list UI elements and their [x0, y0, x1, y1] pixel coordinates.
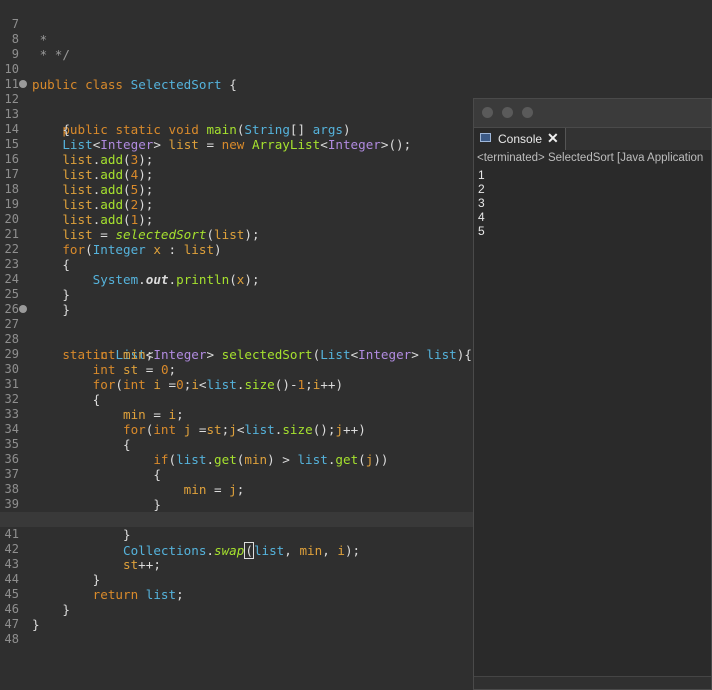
code-line[interactable]: 12 public static void main(String[] args… — [0, 77, 712, 137]
line-number: 48 — [4, 632, 19, 646]
fold-marker-icon[interactable] — [19, 80, 27, 88]
console-status: <terminated> SelectedSort [Java Applicat… — [477, 152, 704, 164]
console-window[interactable]: Console ✕ <terminated> SelectedSort [Jav… — [473, 98, 712, 690]
console-output-line: 2 — [478, 182, 485, 196]
console-output-line: 1 — [478, 168, 485, 182]
code-line[interactable]: 7 * — [0, 2, 712, 47]
code-line[interactable]: 8 * */ — [0, 17, 712, 62]
console-output-line: 5 — [478, 224, 485, 238]
minimize-window-icon[interactable] — [502, 107, 513, 118]
close-window-icon[interactable] — [482, 107, 493, 118]
console-output-line: 4 — [478, 210, 485, 224]
console-icon — [480, 133, 491, 142]
fold-marker-icon[interactable] — [19, 305, 27, 313]
console-output[interactable]: 1 2 3 4 5 — [478, 168, 485, 238]
horizontal-scrollbar[interactable] — [474, 676, 711, 689]
console-tabbar: Console ✕ — [474, 128, 711, 150]
code-line[interactable]: 11 — [0, 62, 712, 91]
console-titlebar[interactable] — [474, 99, 711, 128]
zoom-window-icon[interactable] — [522, 107, 533, 118]
console-output-line: 3 — [478, 196, 485, 210]
tab-console[interactable]: Console ✕ — [474, 128, 566, 150]
close-tab-icon[interactable]: ✕ — [547, 130, 559, 147]
tab-console-label: Console — [498, 132, 543, 146]
code-line[interactable]: 10 public class SelectedSort { — [0, 47, 712, 92]
code-line[interactable]: 9 — [0, 32, 712, 61]
